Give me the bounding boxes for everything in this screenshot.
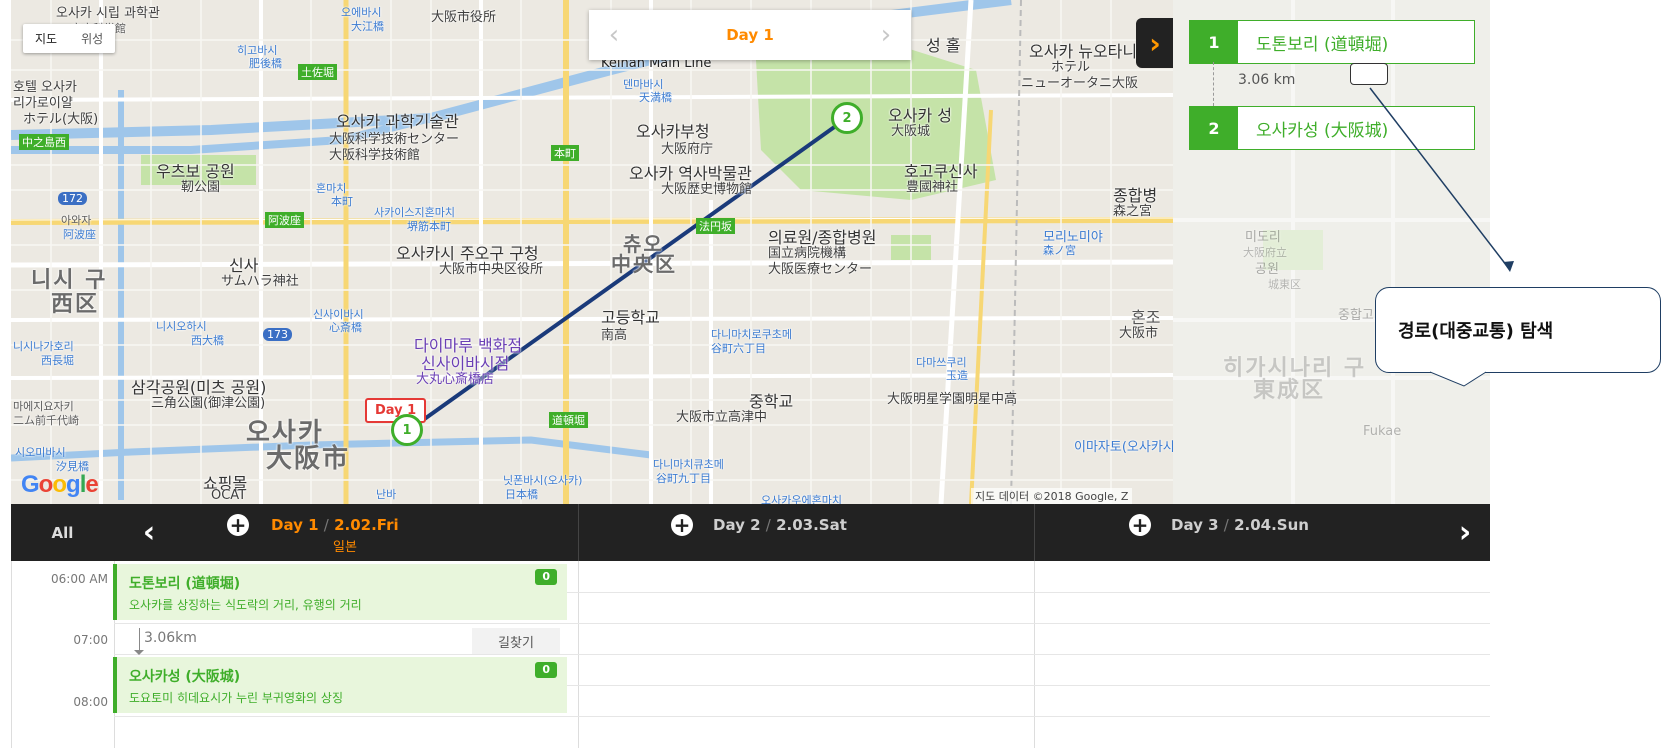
day-column-1[interactable]: + Day 1 / 2.02.Fri 일본 (211, 504, 581, 561)
event-title: 도톤보리 (道頓堀) (129, 576, 241, 592)
column-divider (1034, 504, 1035, 561)
time-label: 08:00 (73, 695, 108, 709)
schedule-event-2[interactable]: 오사카성 (大阪城) 도요토미 히데요시가 누린 부귀영화의 상징 0 (113, 657, 567, 713)
day-date: 2.04.Sun (1234, 516, 1309, 534)
day-column-3[interactable]: + Day 3 / 2.04.Sun (1129, 504, 1429, 561)
day-number: Day 3 (1171, 516, 1219, 534)
day-separator: / (323, 516, 329, 534)
annotation-callout: 경로(대중교통) 탐색 (1375, 287, 1661, 373)
event-description: 도요토미 히데요시가 누린 부귀영화의 상징 (129, 691, 343, 705)
schedule-next-button[interactable]: › (1440, 504, 1490, 561)
all-days-tab[interactable]: All (11, 504, 114, 561)
day-number: Day 2 (713, 516, 761, 534)
day-column-2[interactable]: + Day 2 / 2.03.Sat (671, 504, 1051, 561)
grid-line (11, 561, 12, 748)
day-separator: / (765, 516, 771, 534)
schedule-prev-button[interactable]: ‹ (124, 504, 174, 561)
plus-icon[interactable]: + (227, 514, 249, 536)
day-date: 2.03.Sat (776, 516, 847, 534)
grid-line (114, 716, 1490, 717)
day-label: Day 1 / 2.02.Fri (271, 516, 399, 534)
day-label: Day 3 / 2.04.Sun (1171, 516, 1309, 534)
time-label: 06:00 AM (51, 572, 108, 586)
event-title: 오사카성 (大阪城) (129, 669, 241, 685)
day-label: Day 2 / 2.03.Sat (713, 516, 847, 534)
event-count-badge: 0 (535, 662, 557, 678)
event-description: 오사카를 상징하는 식도락의 거리, 유행의 거리 (129, 598, 362, 612)
time-label: 07:00 (73, 633, 108, 647)
day-date: 2.02.Fri (334, 516, 399, 534)
plus-icon[interactable]: + (1129, 514, 1151, 536)
transit-distance: 3.06km (144, 630, 197, 646)
day-country: 일본 (333, 540, 357, 555)
callout-tail (1430, 366, 1487, 387)
schedule-header: All ‹ + Day 1 / 2.02.Fri 일본 + Day 2 / 2.… (11, 504, 1490, 561)
plus-icon[interactable]: + (671, 514, 693, 536)
column-divider (578, 504, 579, 561)
day-number: Day 1 (271, 516, 319, 534)
arrow-down-icon (134, 650, 144, 655)
schedule-event-1[interactable]: 도톤보리 (道頓堀) 오사카를 상징하는 식도락의 거리, 유행의 거리 0 (113, 564, 567, 620)
day-separator: / (1223, 516, 1229, 534)
transit-segment: 3.06km 길찾기 (113, 624, 567, 656)
find-route-button[interactable]: 길찾기 (472, 628, 560, 654)
event-count-badge: 0 (535, 569, 557, 585)
